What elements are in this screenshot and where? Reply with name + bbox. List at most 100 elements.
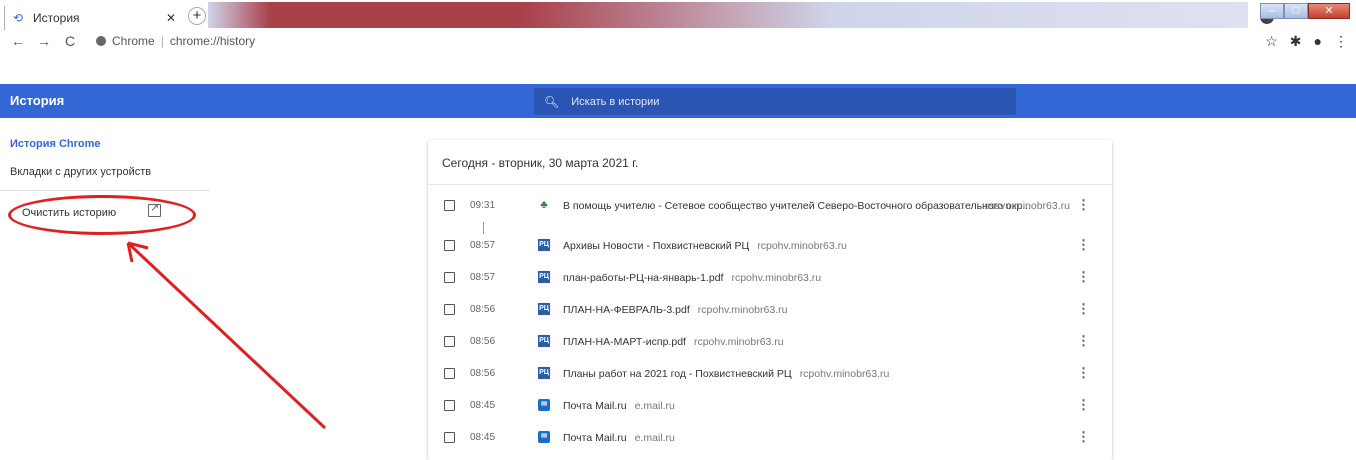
row-domain: e.mail.ru: [634, 400, 675, 412]
row-title[interactable]: Почта Mail.ru e.mail.ru: [563, 400, 675, 412]
url-path: chrome://history: [169, 34, 256, 48]
reload-icon[interactable]: C: [62, 33, 78, 49]
annotation-ellipse: [8, 195, 196, 235]
search-icon: 🔍︎: [544, 94, 560, 109]
row-time: 08:57: [470, 240, 496, 251]
row-title-text: Архивы Новости - Похвистневский РЦ: [563, 240, 750, 252]
tab-strip: ⟲ История ✕ + – □ ✕: [0, 0, 1356, 30]
url-site: Chrome: [112, 34, 155, 48]
history-row[interactable]: 08:57 РЦ план-работы-РЦ-на-январь-1.pdf r…: [428, 262, 1112, 294]
row-title-text: ПЛАН-НА-МАРТ-испр.pdf: [563, 336, 686, 348]
row-more-icon[interactable]: ⋮: [1077, 429, 1090, 445]
row-title-text: ПЛАН-НА-ФЕВРАЛЬ-3.pdf: [563, 304, 690, 316]
row-domain: rcpohv.minobr63.ru: [693, 336, 784, 348]
browser-toolbar: ← → C Chrome | chrome://history: [0, 30, 1356, 52]
history-header: История 🔍︎: [0, 84, 1356, 118]
row-title[interactable]: ПЛАН-НА-МАРТ-испр.pdf rcpohv.minobr63.ru: [563, 336, 784, 348]
sidebar-item-other-devices[interactable]: Вкладки с других устройств: [10, 166, 151, 178]
site-favicon-icon: ♣: [540, 199, 548, 211]
row-domain: rcpohv.minobr63.ru: [697, 304, 788, 316]
search-box[interactable]: 🔍︎: [534, 88, 1016, 115]
search-input[interactable]: [569, 94, 970, 109]
row-more-icon[interactable]: ⋮: [1077, 237, 1090, 253]
row-time: 08:45: [470, 400, 496, 411]
row-checkbox[interactable]: [444, 304, 455, 315]
row-time: 08:56: [470, 368, 496, 379]
account-icon[interactable]: ●: [1314, 33, 1322, 50]
tab-title: История: [33, 11, 80, 25]
close-window-icon[interactable]: ✕: [1308, 3, 1350, 19]
history-row[interactable]: 08:56 РЦ ПЛАН-НА-ФЕВРАЛЬ-3.pdf rcpohv.min…: [428, 294, 1112, 326]
site-favicon-icon: РЦ: [538, 271, 550, 283]
row-domain: e.mail.ru: [634, 432, 675, 444]
row-title-text: Планы работ на 2021 год - Похвистневский…: [563, 368, 792, 380]
row-checkbox[interactable]: [444, 200, 455, 211]
maximize-icon[interactable]: □: [1284, 3, 1308, 19]
toolbar-actions: ☆ ✱ ● ⋮: [1265, 33, 1348, 50]
row-title[interactable]: ПЛАН-НА-ФЕВРАЛЬ-3.pdf rcpohv.minobr63.ru: [563, 304, 787, 316]
history-card: Сегодня - вторник, 30 марта 2021 г. 09:3…: [428, 140, 1112, 460]
row-title[interactable]: план-работы-РЦ-на-январь-1.pdf rcpohv.min…: [563, 272, 821, 284]
row-more-icon[interactable]: ⋮: [1077, 269, 1090, 285]
extensions-icon[interactable]: ✱: [1290, 33, 1302, 50]
row-domain: rcpohv.minobr63.ru: [757, 240, 847, 252]
row-title-text: Почта Mail.ru: [563, 400, 627, 412]
tab-history[interactable]: ⟲ История ✕: [4, 6, 184, 30]
site-favicon-icon: РЦ: [538, 303, 550, 315]
close-icon[interactable]: ✕: [166, 11, 176, 25]
row-time: 08:45: [470, 432, 496, 443]
mail-favicon-icon: ✉: [538, 431, 550, 443]
row-more-icon[interactable]: ⋮: [1077, 333, 1090, 349]
row-checkbox[interactable]: [444, 336, 455, 347]
sidebar-item-chrome-history[interactable]: История Chrome: [10, 138, 101, 150]
row-title-text: план-работы-РЦ-на-январь-1.pdf: [563, 272, 724, 284]
history-row[interactable]: 09:31 ♣ В помощь учителю - Сетевое сообщ…: [428, 190, 1112, 222]
sidebar: История Chrome Вкладки с других устройст…: [0, 118, 210, 452]
row-more-icon[interactable]: ⋮: [1077, 197, 1090, 213]
row-checkbox[interactable]: [444, 400, 455, 411]
row-domain: sssvu.minobr63.ru: [984, 200, 1070, 212]
row-checkbox[interactable]: [444, 240, 455, 251]
row-checkbox[interactable]: [444, 368, 455, 379]
row-time: 08:57: [470, 272, 496, 283]
page-title: История: [10, 93, 65, 108]
more-menu-icon[interactable]: ⋮: [1334, 33, 1348, 50]
site-favicon-icon: РЦ: [538, 367, 550, 379]
row-title[interactable]: В помощь учителю - Сетевое сообщество уч…: [563, 200, 1031, 212]
card-divider: [428, 184, 1112, 185]
row-more-icon[interactable]: ⋮: [1077, 397, 1090, 413]
url-separator: |: [160, 34, 164, 48]
history-row[interactable]: 08:57 РЦ Архивы Новости - Похвистневский…: [428, 230, 1112, 262]
address-bar[interactable]: Chrome | chrome://history: [96, 34, 255, 48]
row-more-icon[interactable]: ⋮: [1077, 365, 1090, 381]
history-row[interactable]: 08:56 РЦ Планы работ на 2021 год - Похви…: [428, 358, 1112, 390]
history-icon: ⟲: [13, 11, 24, 25]
sidebar-divider: [0, 190, 210, 191]
row-time: 08:56: [470, 336, 496, 347]
row-time: 08:56: [470, 304, 496, 315]
row-title[interactable]: Архивы Новости - Похвистневский РЦ rcpohv…: [563, 240, 847, 252]
chrome-icon: [96, 36, 106, 46]
site-favicon-icon: РЦ: [538, 335, 550, 347]
row-domain: rcpohv.minobr63.ru: [731, 272, 822, 284]
row-checkbox[interactable]: [444, 432, 455, 443]
row-time: 09:31: [470, 200, 496, 211]
history-row[interactable]: 08:56 РЦ ПЛАН-НА-МАРТ-испр.pdf rcpohv.min…: [428, 326, 1112, 358]
history-row[interactable]: 08:45 ✉ Почта Mail.ru e.mail.ru ⋮: [428, 422, 1112, 454]
window-controls: – □ ✕: [1260, 3, 1350, 19]
row-domain: rcpohv.minobr63.ru: [799, 368, 890, 380]
back-icon[interactable]: ←: [10, 33, 26, 49]
row-checkbox[interactable]: [444, 272, 455, 283]
new-tab-button[interactable]: +: [188, 7, 206, 25]
row-title[interactable]: Почта Mail.ru e.mail.ru: [563, 432, 675, 444]
row-title-text: Почта Mail.ru: [563, 432, 627, 444]
bookmark-star-icon[interactable]: ☆: [1265, 33, 1278, 50]
tab-strip-background: [208, 2, 1248, 28]
history-row[interactable]: 08:45 ✉ Почта Mail.ru e.mail.ru ⋮: [428, 390, 1112, 422]
row-more-icon[interactable]: ⋮: [1077, 301, 1090, 317]
minimize-icon[interactable]: –: [1260, 3, 1284, 19]
site-favicon-icon: РЦ: [538, 239, 550, 251]
forward-icon[interactable]: →: [36, 33, 52, 49]
row-title[interactable]: Планы работ на 2021 год - Похвистневский…: [563, 368, 889, 380]
mail-favicon-icon: ✉: [538, 399, 550, 411]
